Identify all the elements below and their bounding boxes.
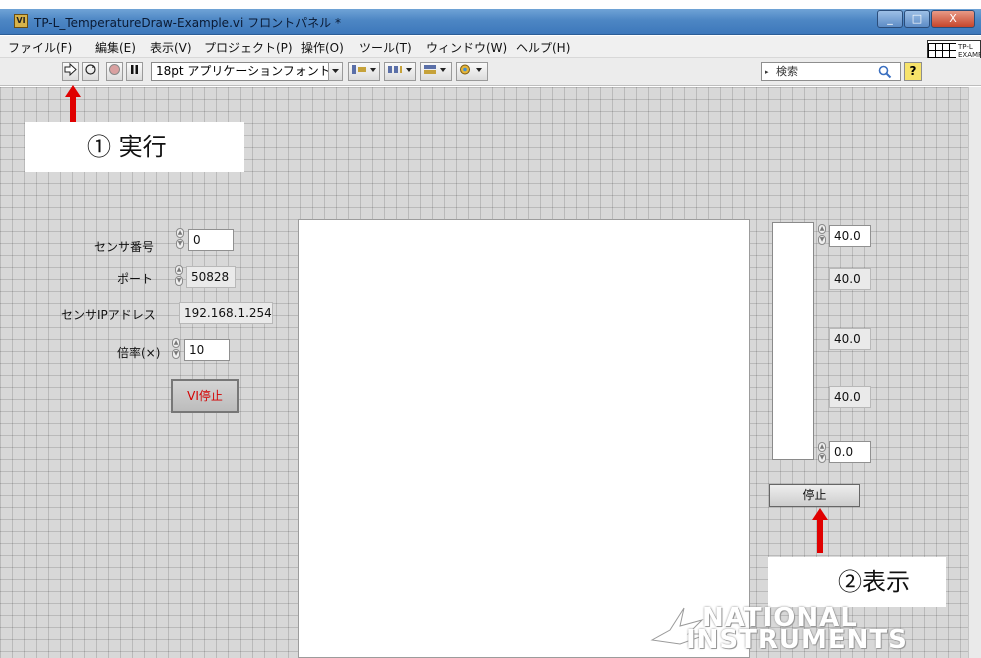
scale-min-field[interactable]: 0.0	[829, 441, 871, 463]
scale-max-stepper[interactable]: ▲ ▼	[817, 223, 827, 247]
search-arrow-icon: ▸	[765, 68, 769, 76]
menu-project[interactable]: プロジェクト(P)	[204, 39, 293, 56]
sensor-ip-label: センサIPアドレス	[61, 308, 156, 322]
menu-window[interactable]: ウィンドウ(W)	[426, 39, 507, 56]
help-button[interactable]: ?	[904, 62, 922, 81]
distribute-objects-icon	[388, 66, 412, 73]
vertical-scrollbar[interactable]	[968, 87, 981, 658]
reorder-button[interactable]	[456, 62, 488, 81]
labview-app-icon: VI	[14, 14, 28, 28]
minimize-button[interactable]: _	[877, 10, 903, 28]
stop-button[interactable]: 停止	[769, 484, 860, 507]
align-objects-icon	[352, 65, 376, 74]
search-icon[interactable]	[878, 65, 892, 79]
menu-help[interactable]: ヘルプ(H)	[516, 39, 570, 56]
menu-operate[interactable]: 操作(O)	[301, 39, 344, 56]
toolbar: 18pt アプリケーションフォント 検索 ▸ ?	[0, 58, 981, 86]
port-field[interactable]: 50828	[186, 266, 236, 288]
pause-icon	[131, 65, 138, 74]
sensor-number-stepper[interactable]: ▲ ▼	[175, 227, 185, 251]
vi-icon-label: TP-L EXAMPLE	[958, 43, 981, 59]
run-callout-arrow-shaft	[70, 96, 76, 122]
top-strip	[0, 0, 981, 9]
align-objects-button[interactable]	[348, 62, 380, 81]
pause-button[interactable]	[126, 62, 143, 81]
vi-stop-button[interactable]: VI停止	[171, 379, 239, 413]
reorder-icon	[460, 64, 482, 75]
menu-tools[interactable]: ツール(T)	[359, 39, 412, 56]
maximize-button[interactable]: □	[904, 10, 930, 28]
run-callout: ① 実行	[25, 122, 244, 172]
scale-marker-1: 40.0	[829, 268, 871, 290]
magnification-stepper[interactable]: ▲ ▼	[171, 337, 181, 361]
chevron-down-icon	[332, 69, 339, 73]
close-button[interactable]: X	[931, 10, 975, 28]
sensor-ip-field[interactable]: 192.168.1.254	[179, 302, 273, 324]
run-arrow-icon	[64, 62, 77, 77]
port-label: ポート	[117, 272, 154, 286]
menu-file[interactable]: ファイル(F)	[8, 39, 72, 56]
window-controls: _ □ X	[876, 10, 975, 30]
menu-edit[interactable]: 編集(E)	[95, 39, 136, 56]
title-bar: VI TP-L_TemperatureDraw-Example.vi フロントパ…	[0, 9, 981, 35]
distribute-objects-button[interactable]	[384, 62, 416, 81]
run-continuously-icon	[85, 64, 96, 75]
scale-max-field[interactable]: 40.0	[829, 225, 871, 247]
display-callout-arrow-shaft	[817, 519, 823, 553]
scale-marker-2: 40.0	[829, 328, 871, 350]
scale-marker-3: 40.0	[829, 386, 871, 408]
window-title: TP-L_TemperatureDraw-Example.vi フロントパネル …	[34, 16, 341, 30]
sensor-number-label: センサ番号	[94, 240, 155, 254]
resize-objects-icon	[424, 65, 446, 74]
font-select[interactable]: 18pt アプリケーションフォント	[151, 62, 343, 81]
color-scale-bar	[772, 222, 814, 460]
magnification-label: 倍率(×)	[117, 346, 161, 360]
magnification-field[interactable]: 10	[184, 339, 230, 361]
scale-min-stepper[interactable]: ▲ ▼	[817, 441, 827, 465]
resize-objects-button[interactable]	[420, 62, 452, 81]
run-continuously-button[interactable]	[82, 62, 99, 81]
font-dropdown-button[interactable]	[328, 62, 343, 81]
run-arrow-button[interactable]	[62, 62, 79, 81]
menu-view[interactable]: 表示(V)	[150, 39, 192, 56]
menu-bar: ファイル(F) 編集(E) 表示(V) プロジェクト(P) 操作(O) ツール(…	[0, 36, 981, 58]
national-instruments-logo: NATIONAL INSTRUMENTS	[650, 592, 907, 658]
sensor-number-field[interactable]: 0	[188, 229, 234, 251]
port-stepper[interactable]: ▲ ▼	[174, 264, 184, 288]
abort-icon	[109, 64, 120, 75]
logo-line-2: INSTRUMENTS	[686, 625, 908, 655]
abort-button[interactable]	[106, 62, 123, 81]
